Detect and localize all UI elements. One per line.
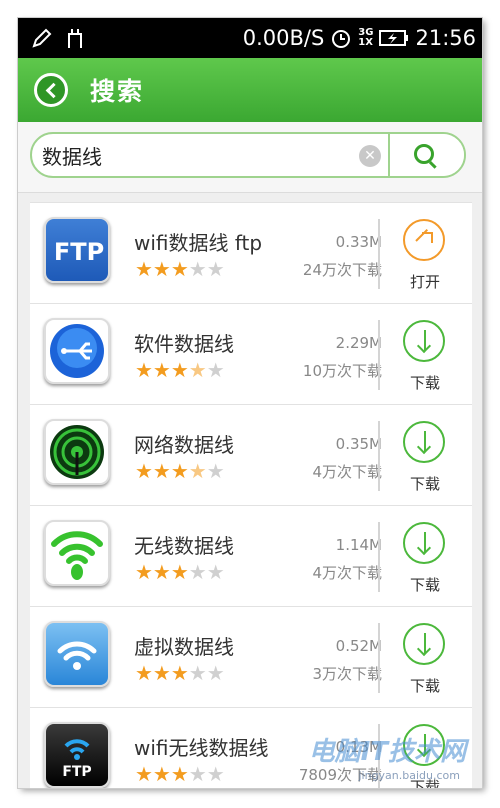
ftp-wifi-app-icon: FTP	[44, 722, 110, 788]
app-list: FTP wifi数据线 ftp ★★★★★ 0.33M 24万次下载 打开 软件…	[30, 202, 472, 788]
app-size: 1.14M	[335, 536, 382, 554]
action-label: 下载	[409, 475, 440, 493]
app-name: 虚拟数据线	[134, 635, 234, 659]
network-type-bottom: 1X	[358, 37, 373, 48]
open-icon	[403, 219, 445, 261]
divider	[378, 522, 380, 592]
download-button[interactable]: 下载	[402, 320, 448, 396]
radar-app-icon	[44, 419, 110, 485]
wifi-app-icon	[44, 520, 110, 586]
action-label: 打开	[409, 273, 440, 291]
download-count: 24万次下载	[302, 261, 382, 279]
edit-icon	[32, 28, 52, 48]
download-count: 4万次下载	[312, 564, 382, 582]
list-item[interactable]: 无线数据线 ★★★★★ 1.14M 4万次下载 下载	[30, 506, 472, 607]
app-size: 0.52M	[335, 637, 382, 655]
download-button[interactable]: 下载	[402, 522, 448, 598]
download-button[interactable]: 下载	[402, 623, 448, 699]
app-size: 2.29M	[335, 334, 382, 352]
action-label: 下载	[409, 576, 440, 594]
download-icon	[403, 421, 445, 463]
open-button[interactable]: 打开	[402, 219, 448, 295]
status-bar: 0.00B/S 3G 1X 21:56	[18, 18, 482, 58]
list-item[interactable]: FTP wifi数据线 ftp ★★★★★ 0.33M 24万次下载 打开	[30, 202, 472, 304]
app-name: wifi无线数据线	[134, 736, 269, 760]
back-arrow-icon[interactable]	[34, 73, 68, 107]
app-size: 0.35M	[335, 435, 382, 453]
download-button[interactable]: 下载	[402, 421, 448, 497]
phone-screen: 0.00B/S 3G 1X 21:56 搜索 ✕ FTP wifi数据	[18, 18, 482, 788]
clock: 21:56	[415, 26, 476, 50]
list-item[interactable]: 虚拟数据线 ★★★★★ 0.52M 3万次下载 下载	[30, 607, 472, 708]
download-count: 4万次下载	[312, 463, 382, 481]
svg-text:FTP: FTP	[62, 764, 91, 780]
list-item[interactable]: 软件数据线 ★★★★★ 2.29M 10万次下载 下载	[30, 304, 472, 405]
divider	[378, 320, 380, 390]
action-label: 下载	[409, 677, 440, 695]
network-speed: 0.00B/S	[242, 26, 325, 50]
download-icon	[403, 623, 445, 665]
rating-stars: ★★★★★	[135, 661, 225, 685]
download-count: 10万次下载	[302, 362, 382, 380]
app-size: 0.33M	[335, 233, 382, 251]
divider	[378, 623, 380, 693]
search-icon	[414, 144, 434, 164]
title-bar: 搜索	[18, 58, 482, 122]
ftp-app-icon: FTP	[44, 217, 110, 283]
search-box: ✕	[30, 132, 466, 178]
watermark-url: jingyan.baidu.com	[358, 769, 460, 782]
download-icon	[403, 320, 445, 362]
rating-stars: ★★★★★	[135, 560, 225, 584]
download-icon	[403, 522, 445, 564]
rating-stars: ★★★★★	[135, 358, 225, 382]
clear-icon[interactable]: ✕	[359, 145, 381, 167]
alarm-icon	[332, 30, 351, 48]
rating-stars: ★★★★★	[135, 459, 225, 483]
rating-stars: ★★★★★	[135, 257, 225, 281]
search-button[interactable]	[388, 134, 464, 176]
page-title: 搜索	[90, 77, 145, 106]
wifi-blue-app-icon	[44, 621, 110, 687]
download-count: 3万次下载	[312, 665, 382, 683]
battery-icon	[379, 30, 409, 46]
usb-debug-icon	[68, 29, 82, 48]
search-input[interactable]	[42, 134, 342, 176]
app-name: 无线数据线	[134, 534, 234, 558]
usb-app-icon	[44, 318, 110, 384]
search-bar: ✕	[18, 122, 482, 193]
rating-stars: ★★★★★	[135, 762, 225, 786]
app-name: wifi数据线 ftp	[134, 231, 263, 255]
divider	[378, 219, 380, 289]
app-name: 软件数据线	[134, 332, 234, 356]
list-item[interactable]: 网络数据线 ★★★★★ 0.35M 4万次下载 下载	[30, 405, 472, 506]
signal-indicator: 3G 1X	[358, 28, 373, 48]
watermark: 电脑IT技术网	[308, 737, 466, 767]
app-name: 网络数据线	[134, 433, 234, 457]
divider	[378, 421, 380, 491]
action-label: 下载	[409, 374, 440, 392]
